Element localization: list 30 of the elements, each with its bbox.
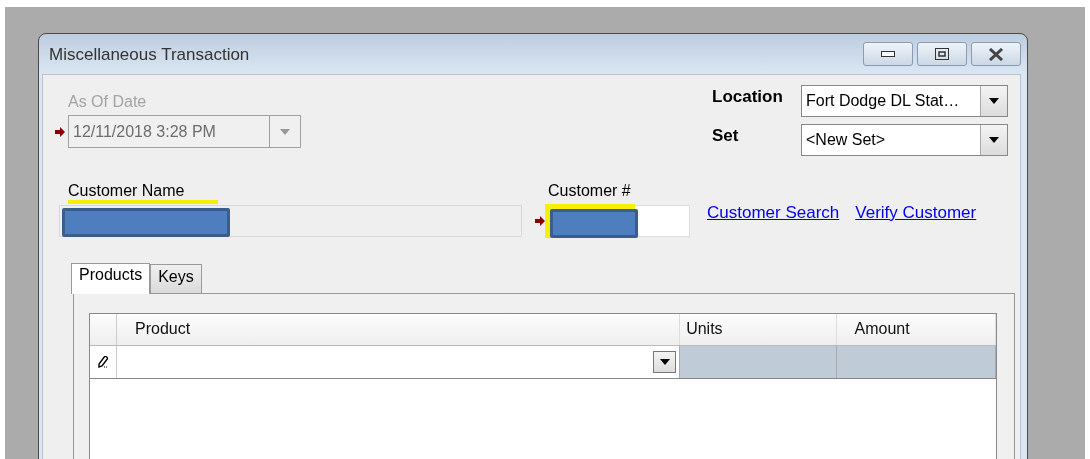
dropdown-button[interactable] [980,86,1007,116]
caret-icon [280,128,290,135]
tab[interactable]: Keys [150,264,202,293]
link[interactable]: Verify Customer [855,203,977,223]
location-dropdown[interactable]: Fort Dodge DL Stat… [801,85,1008,117]
column-header[interactable]: Product [117,314,681,345]
column-header[interactable]: Amount [836,314,996,345]
tab[interactable]: Products [71,263,151,294]
minimize-button[interactable] [863,42,913,66]
maximize-button[interactable] [917,42,967,66]
dropdown-button[interactable] [980,125,1007,155]
column-header[interactable]: Units [680,314,837,345]
field-label: Customer Name [68,182,186,200]
link[interactable]: Customer Search [707,203,840,223]
set-dropdown[interactable]: <New Set> [801,124,1008,156]
caret-icon [989,98,999,104]
field-label: Location [712,86,784,108]
close-icon [988,47,1004,61]
field-label: As Of Date [68,93,148,111]
caret-icon [659,359,670,365]
field-label: Set [712,125,740,147]
restore-icon [935,48,949,60]
dropdown-button[interactable] [653,351,677,373]
field-label: Customer # [548,182,632,200]
pencil-icon [98,356,108,368]
close-button[interactable] [971,42,1021,66]
minimize-icon [881,51,895,57]
window-title: Miscellaneous Transaction [48,44,251,65]
caret-icon [989,137,999,143]
customer-number-field[interactable] [548,205,690,237]
